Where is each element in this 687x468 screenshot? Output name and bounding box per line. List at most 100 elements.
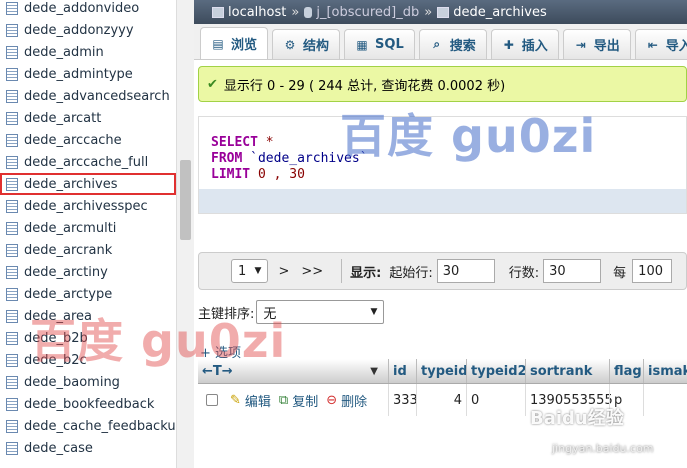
table-icon [6,397,18,411]
cell-typeid[interactable]: 4 [416,384,466,416]
sidebar-item-dede_addonvideo[interactable]: dede_addonvideo [0,0,176,19]
table-icon [6,243,18,257]
edit-button[interactable]: ✎ 编辑 [230,391,271,410]
tab-label: 导入 [665,39,687,54]
copy-button[interactable]: ⧉ 复制 [279,391,318,410]
table-icon [6,309,18,323]
sql-icon: ▦ [356,37,368,52]
tab-search[interactable]: ⌕ 搜索 [418,29,487,59]
sidebar-item-label: dede_case [24,440,93,456]
start-row-input[interactable]: 30 [436,259,495,283]
sidebar-item-dede_arcatt[interactable]: dede_arcatt [0,107,176,129]
sidebar-item-dede_admin[interactable]: dede_admin [0,41,176,63]
table-icon [6,1,18,15]
sidebar-item-dede_cache_feedbackur[interactable]: dede_cache_feedbackur [0,415,176,437]
tab-structure[interactable]: ⚙ 结构 [272,29,341,59]
sql-footer [199,189,686,213]
row-count-input[interactable]: 30 [543,259,602,283]
sidebar-item-dede_arctiny[interactable]: dede_arctiny [0,261,176,283]
import-icon: ⇤ [647,37,658,52]
sidebar-item-dede_arccache[interactable]: dede_arccache [0,129,176,151]
tab-label: 导出 [593,39,620,54]
last-page-button[interactable]: >> [301,264,323,279]
sidebar-item-dede_archivesspec[interactable]: dede_archivesspec [0,195,176,217]
table-icon [6,375,18,389]
sidebar-item-label: dede_arccache [24,132,122,148]
sidebar-item-dede_archives[interactable]: dede_archives [0,173,176,195]
sidebar-item-label: dede_arcatt [24,110,102,126]
check-icon: ✔ [207,76,218,92]
sidebar-item-dede_bookfeedback[interactable]: dede_bookfeedback [0,393,176,415]
sidebar-item-label: dede_arctiny [24,264,108,280]
column-header-id[interactable]: id [388,359,416,383]
sidebar-item-dede_addonzyyy[interactable]: dede_addonzyyy [0,19,176,41]
table-icon [6,177,18,191]
cell-id[interactable]: 333 [388,384,418,416]
table-icon [437,6,450,18]
sidebar-scrollbar[interactable] [176,0,194,468]
sidebar-item-label: dede_admintype [24,66,133,82]
tab-label: 搜索 [449,39,476,54]
next-page-button[interactable]: > [278,264,289,279]
delete-button[interactable]: ⊖ 删除 [326,391,367,410]
column-header-flag[interactable]: flag [609,359,643,383]
sidebar-item-dede_arccache_full[interactable]: dede_arccache_full [0,151,176,173]
table-icon [6,111,18,125]
column-header-ismake[interactable]: ismake [643,359,687,383]
tab-import[interactable]: ⇤ 导入 [634,29,687,59]
sidebar-item-dede_arctype[interactable]: dede_arctype [0,283,176,305]
tab-label: 插入 [521,39,548,54]
sidebar-item-dede_case[interactable]: dede_case [0,437,176,459]
column-header-typeid[interactable]: typeid [416,359,468,383]
sidebar-item-dede_baoming[interactable]: dede_baoming [0,371,176,393]
breadcrumb: localhost » j_[obscured]_db » dede_archi… [194,0,687,24]
table-icon [6,221,18,235]
sidebar-item-label: dede_arctype [24,286,113,302]
tab-label: 结构 [303,39,330,54]
sidebar-item-label: dede_arccache_full [24,154,149,170]
per-label: 每 [613,265,627,281]
cell-typeid2[interactable]: 0 [466,384,525,416]
pencil-icon: ✎ [230,392,241,408]
sidebar-item-dede_arcrank[interactable]: dede_arcrank [0,239,176,261]
table-icon [6,441,18,455]
repeat-header-input[interactable]: 100 [632,259,673,283]
sidebar-item-label: dede_bookfeedback [24,396,155,412]
cell-ismake[interactable] [643,384,687,416]
breadcrumb-server[interactable]: localhost [228,5,286,20]
breadcrumb-table[interactable]: dede_archives [453,5,547,20]
watermark-url: jingyan.baidu.com [552,442,654,455]
sidebar-item-label: dede_baoming [24,374,120,390]
sidebar-item-dede_advancedsearch[interactable]: dede_advancedsearch [0,85,176,107]
table-icon [6,287,18,301]
delete-icon: ⊖ [326,392,338,408]
table-icon [6,45,18,59]
delete-label: 删除 [341,394,368,410]
column-header-sortrank[interactable]: sortrank [525,359,609,383]
sidebar-item-dede_arcmulti[interactable]: dede_arcmulti [0,217,176,239]
sidebar-item-label: dede_advancedsearch [24,88,170,104]
breadcrumb-separator: » [291,4,300,20]
tab-insert[interactable]: ✚ 插入 [490,29,559,59]
row-checkbox[interactable] [206,394,218,406]
tab-sql[interactable]: ▦ SQL [344,29,415,59]
table-icon [6,331,18,345]
scrollbar-thumb[interactable] [180,160,191,240]
table-icon [6,23,18,37]
table-icon [6,419,18,433]
table-icon [6,199,18,213]
sidebar-item-label: dede_admin [24,44,104,60]
column-header-typeid2[interactable]: typeid2 [466,359,527,383]
page-select[interactable]: 1 ▼ [231,259,269,283]
table-icon [6,67,18,81]
search-icon: ⌕ [433,37,441,51]
main-panel: localhost » j_[obscured]_db » dede_archi… [194,0,687,468]
sidebar-item-dede_admintype[interactable]: dede_admintype [0,63,176,85]
tab-export[interactable]: ⇥ 导出 [562,29,631,59]
watermark-blue: 百度 gu0zi [340,109,597,163]
tab-browse[interactable]: ▤ 浏览 [200,27,269,59]
breadcrumb-database[interactable]: j_[obscured]_db [316,5,419,20]
sidebar-item-label: dede_archivesspec [24,198,148,214]
tab-label: 浏览 [231,38,258,53]
sql-keyword: SELECT [211,135,258,150]
